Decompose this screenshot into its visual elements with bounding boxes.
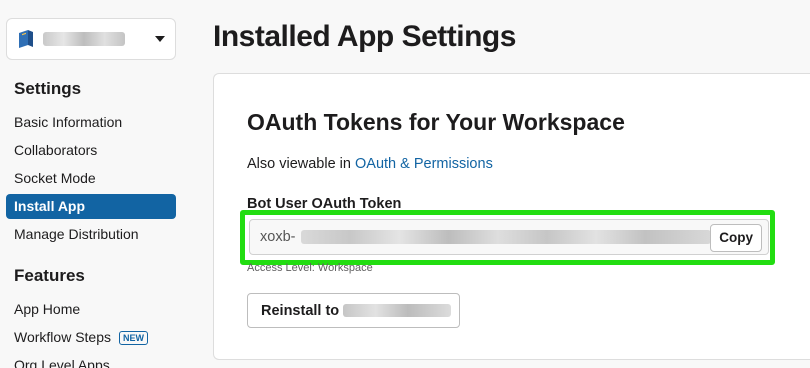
sidebar-item-manage-distribution[interactable]: Manage Distribution	[6, 222, 176, 247]
sidebar-item-app-home[interactable]: App Home	[6, 297, 176, 322]
settings-heading: Settings	[14, 79, 82, 98]
copy-button[interactable]: Copy	[710, 224, 762, 252]
reinstall-button[interactable]: Reinstall to	[247, 293, 460, 328]
book-icon	[19, 30, 33, 48]
also-viewable-prefix: Also viewable in	[247, 156, 351, 172]
card-title: OAuth Tokens for Your Workspace	[247, 109, 625, 135]
app-name-redacted	[43, 32, 125, 46]
page-title: Installed App Settings	[213, 20, 516, 53]
sidebar-item-install-app[interactable]: Install App	[6, 194, 176, 219]
chevron-down-icon[interactable]	[155, 36, 165, 42]
access-level: Access Level: Workspace	[247, 262, 373, 274]
sidebar-item-socket-mode[interactable]: Socket Mode	[6, 166, 176, 191]
also-viewable-text: Also viewable in OAuth & Permissions	[247, 156, 493, 172]
bot-token-field[interactable]: xoxb- Copy	[249, 219, 769, 255]
sidebar-item-label: Workflow Steps	[14, 329, 111, 345]
oauth-tokens-card: OAuth Tokens for Your Workspace Also vie…	[213, 73, 810, 360]
token-redacted	[301, 230, 712, 244]
sidebar-item-basic-information[interactable]: Basic Information	[6, 110, 176, 135]
app-selector[interactable]	[6, 18, 176, 60]
oauth-permissions-link[interactable]: OAuth & Permissions	[355, 156, 493, 172]
reinstall-label: Reinstall to	[261, 302, 340, 319]
sidebar-item-collaborators[interactable]: Collaborators	[6, 138, 176, 163]
new-badge: NEW	[119, 330, 148, 345]
features-heading: Features	[14, 266, 85, 285]
token-prefix: xoxb-	[260, 229, 296, 245]
sidebar: Settings Basic Information Collaborators…	[0, 0, 190, 368]
sidebar-item-org-level-apps[interactable]: Org Level Apps	[6, 353, 176, 368]
sidebar-item-workflow-steps[interactable]: Workflow Steps NEW	[6, 325, 176, 350]
workspace-name-redacted	[343, 304, 452, 317]
